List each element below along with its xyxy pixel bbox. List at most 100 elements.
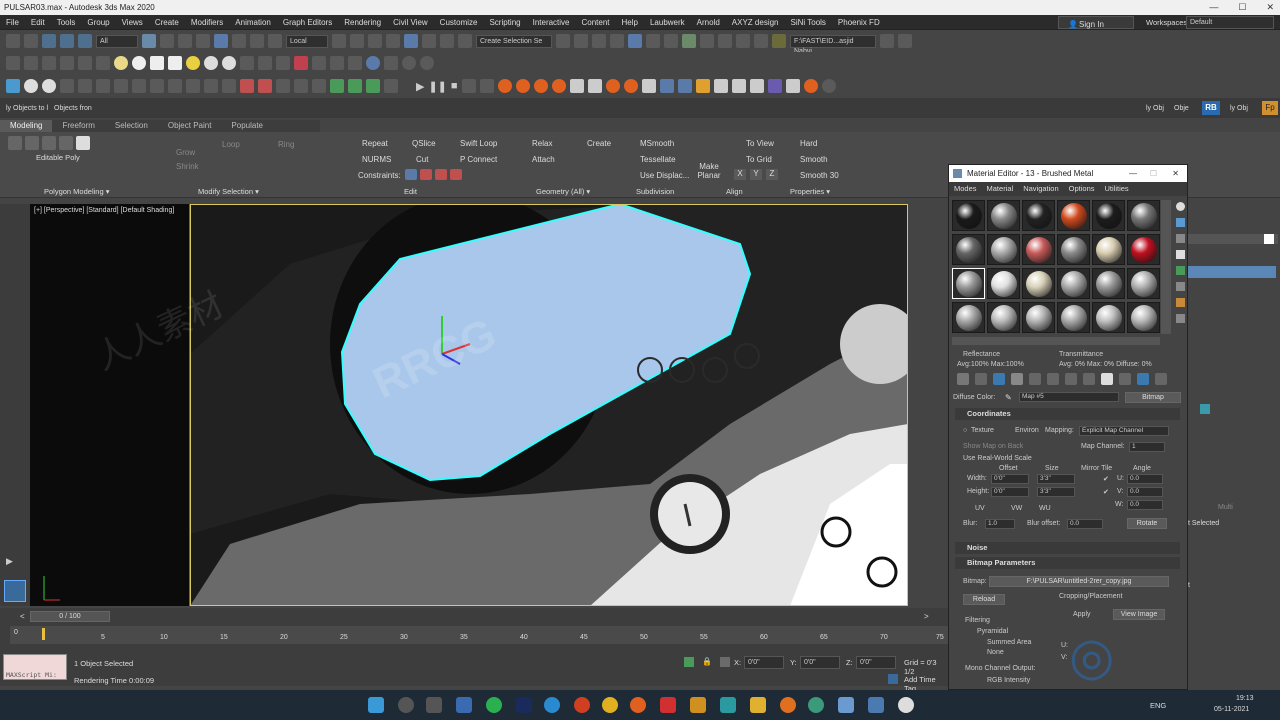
brush-icon[interactable] [898, 34, 912, 48]
move-icon[interactable] [214, 34, 228, 48]
cut-button[interactable]: Cut [416, 155, 428, 164]
smooth30-button[interactable]: Smooth 30 [800, 171, 839, 180]
material-slot-24[interactable] [1127, 302, 1160, 333]
mug-icon[interactable] [695, 79, 710, 93]
app-red-icon[interactable] [660, 697, 676, 713]
u-angle-field[interactable]: 0.0 [1127, 474, 1163, 484]
signin-dropdown[interactable]: 👤 Sign In [1058, 16, 1134, 29]
material-slot-18[interactable] [1127, 268, 1160, 299]
make-preview-icon[interactable] [1176, 282, 1185, 291]
options-icon[interactable] [1176, 298, 1185, 307]
schematic-view-icon[interactable] [664, 34, 678, 48]
menu-tools[interactable]: Tools [51, 15, 82, 30]
material-slot-22[interactable] [1057, 302, 1090, 333]
me-menu-modes[interactable]: Modes [949, 182, 982, 196]
liquid-2-icon[interactable] [587, 79, 602, 93]
coordinates-rollout[interactable]: Coordinates [955, 408, 1180, 420]
gear-icon[interactable] [276, 79, 290, 93]
select-by-name-icon[interactable] [160, 34, 174, 48]
sphere-light-icon[interactable] [114, 56, 128, 70]
modifier-stack-selected[interactable] [1188, 266, 1276, 278]
fire-4-icon[interactable] [551, 79, 566, 93]
bind-spacewarp-icon[interactable] [78, 34, 92, 48]
image-icon[interactable] [42, 56, 56, 70]
bowl-icon[interactable] [731, 79, 746, 93]
obj-label-b[interactable]: Obje [1174, 105, 1189, 112]
material-slot-21[interactable] [1022, 302, 1055, 333]
width-size-field[interactable]: 3'3" [1037, 474, 1075, 484]
grid-2-icon[interactable] [96, 79, 110, 93]
lock-icon[interactable] [384, 56, 398, 70]
fire-icon[interactable] [497, 79, 512, 93]
menu-views[interactable]: Views [116, 15, 149, 30]
particle-icon[interactable] [767, 79, 782, 93]
menu-file[interactable]: File [0, 15, 25, 30]
menu-help[interactable]: Help [616, 15, 644, 30]
atom-2-icon[interactable] [204, 79, 218, 93]
blender-icon[interactable] [780, 697, 796, 713]
width-offset-field[interactable]: 0'0" [991, 474, 1029, 484]
align-x-button[interactable]: X [734, 169, 746, 180]
show-shaded-icon[interactable] [1101, 373, 1113, 385]
list-icon[interactable] [222, 79, 236, 93]
camera-icon[interactable] [78, 56, 92, 70]
z-coord-field[interactable]: 0'0" [856, 656, 896, 669]
tab-freeform[interactable]: Freeform [52, 120, 104, 132]
flag-icon[interactable] [785, 79, 800, 93]
go-to-parent-icon[interactable] [1137, 373, 1149, 385]
menu-graph-editors[interactable]: Graph Editors [277, 15, 338, 30]
stack-icon[interactable] [1200, 404, 1210, 414]
uv-radio[interactable]: UV [975, 505, 985, 512]
menu-civil-view[interactable]: Civil View [387, 15, 434, 30]
sphere-white-icon[interactable] [132, 56, 146, 70]
lock-selection-icon[interactable]: 🔒 [702, 657, 712, 666]
menu-sini[interactable]: SiNi Tools [785, 15, 832, 30]
use-displace-button[interactable]: Use Displac... [640, 171, 689, 180]
material-slot-13[interactable] [952, 268, 985, 299]
constraint-normal-icon[interactable] [450, 169, 462, 180]
language-indicator[interactable]: ENG [1150, 701, 1166, 710]
crop-icon[interactable] [150, 79, 164, 93]
render-online-icon[interactable] [754, 34, 768, 48]
vw-radio[interactable]: VW [1011, 505, 1022, 512]
rotate-icon[interactable] [232, 34, 246, 48]
box-green-2-icon[interactable] [366, 79, 380, 93]
eye-icon[interactable] [186, 79, 200, 93]
slots-h-scrollbar[interactable] [952, 337, 1160, 345]
texture-radio[interactable]: Texture [971, 427, 994, 434]
phoenix-grid-icon[interactable] [461, 79, 476, 93]
named-selection-dropdown[interactable]: Create Selection Se [476, 34, 552, 48]
3dsmax-icon[interactable] [720, 697, 736, 713]
info-icon[interactable] [402, 56, 416, 70]
material-slot-12[interactable] [1127, 234, 1160, 265]
color-swatch[interactable] [1264, 234, 1274, 244]
spinner-snap-icon[interactable] [440, 34, 454, 48]
curve-editor-icon[interactable] [646, 34, 660, 48]
wu-radio[interactable]: WU [1039, 505, 1051, 512]
chrome-icon[interactable] [602, 697, 618, 713]
phoenix-source-icon[interactable] [479, 79, 494, 93]
uv-tiling-icon[interactable] [1176, 250, 1185, 259]
tea-icon[interactable] [749, 79, 764, 93]
link-icon[interactable] [42, 34, 56, 48]
backlight-icon[interactable] [1176, 218, 1185, 227]
person-icon[interactable] [276, 56, 290, 70]
element-icon[interactable] [76, 136, 90, 150]
clock-date[interactable]: 05-11-2021 [1214, 706, 1249, 713]
align-icon[interactable] [574, 34, 588, 48]
group-polygon-modeling[interactable]: Polygon Modeling ▾ [44, 187, 109, 196]
material-slot-11[interactable] [1092, 234, 1125, 265]
viewport-thumb-icon[interactable] [4, 580, 26, 602]
relax-button[interactable]: Relax [532, 139, 552, 148]
environ-radio[interactable]: Environ [1015, 427, 1039, 434]
unlink-chain-icon[interactable] [24, 56, 38, 70]
splash-icon[interactable] [677, 79, 692, 93]
chart-icon[interactable] [348, 56, 362, 70]
me-menu-utilities[interactable]: Utilities [1100, 182, 1134, 196]
menu-content[interactable]: Content [576, 15, 616, 30]
liquid-icon[interactable] [569, 79, 584, 93]
material-editor-icon[interactable] [682, 34, 696, 48]
fire-7-icon[interactable] [803, 79, 818, 93]
v-angle-field[interactable]: 0.0 [1127, 487, 1163, 497]
picture-icon[interactable] [60, 56, 74, 70]
